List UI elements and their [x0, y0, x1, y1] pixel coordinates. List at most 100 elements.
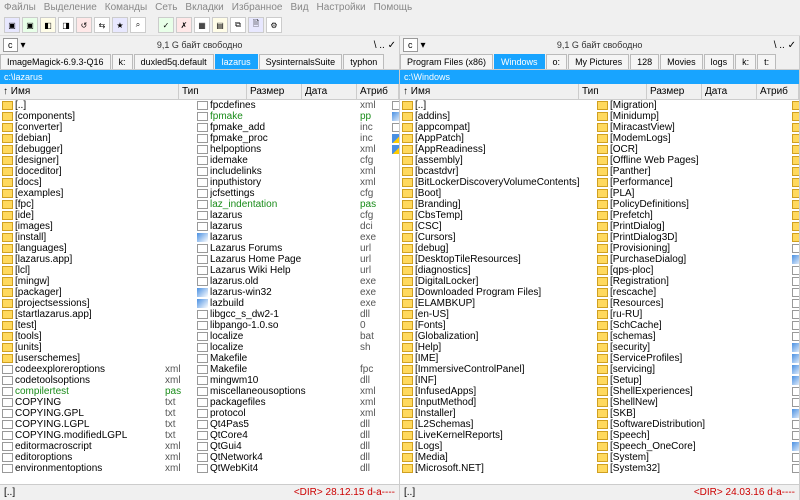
tab[interactable]: o: — [546, 54, 568, 69]
list-item[interactable]: [fpc] — [0, 199, 195, 210]
list-item[interactable]: [twain_32] — [790, 177, 799, 188]
list-item[interactable]: miscellaneousoptionsxml — [195, 386, 390, 397]
toolbar-btn[interactable]: ✗ — [176, 17, 192, 33]
list-item[interactable]: idemakecfg — [195, 155, 390, 166]
list-item[interactable]: READMEtxt — [390, 100, 399, 111]
path-bar[interactable]: c:\lazarus — [0, 70, 399, 84]
list-item[interactable]: QtNetwork4dll — [195, 452, 390, 463]
path-bar[interactable]: c:\Windows — [400, 70, 799, 84]
list-item[interactable]: [Globalization] — [400, 331, 595, 342]
tab[interactable]: typhon — [343, 54, 384, 69]
list-item[interactable]: [designer] — [0, 155, 195, 166]
list-item[interactable]: [L2Schemas] — [400, 419, 595, 430]
list-item[interactable]: [ru-RU] — [595, 309, 790, 320]
list-item[interactable]: diagerrxml — [790, 287, 799, 298]
list-item[interactable]: [Offline Web Pages] — [595, 155, 790, 166]
list-item[interactable]: acpimofdll — [790, 243, 799, 254]
list-item[interactable]: lazaruscfg — [195, 210, 390, 221]
list-item[interactable]: protocolxml — [195, 408, 390, 419]
list-item[interactable]: [Logs] — [400, 441, 595, 452]
list-item[interactable]: localizebat — [195, 331, 390, 342]
list-item[interactable]: [ShellExperiences] — [595, 386, 790, 397]
menu-item[interactable]: Помощь — [374, 2, 413, 13]
list-item[interactable]: helpoptionsxml — [195, 144, 390, 155]
list-item[interactable]: [Cursors] — [400, 232, 595, 243]
tab[interactable]: Program Files (x86) — [400, 54, 493, 69]
tabs[interactable]: Program Files (x86)Windowso:My Pictures1… — [400, 54, 799, 70]
list-item[interactable]: [Registration] — [595, 276, 790, 287]
tab[interactable]: lazarus — [215, 54, 258, 69]
list-item[interactable]: DPINSTLOG — [790, 320, 799, 331]
list-item[interactable]: QtWebKit4dll — [195, 463, 390, 474]
list-item[interactable]: inputhistoryxml — [195, 177, 390, 188]
list-item[interactable]: mibbin — [790, 397, 799, 408]
list-item[interactable]: [doceditor] — [0, 166, 195, 177]
list-item[interactable]: [units] — [0, 342, 195, 353]
toolbar-btn[interactable]: ▣ — [4, 17, 20, 33]
list-item[interactable]: regeditexe — [790, 441, 799, 452]
list-item[interactable]: COPYINGtxt — [0, 397, 195, 408]
list-item[interactable]: diagwrnxml — [790, 298, 799, 309]
list-item[interactable]: [Performance] — [595, 177, 790, 188]
list-item[interactable]: DirectXlog — [790, 309, 799, 320]
list-item[interactable]: [Fonts] — [400, 320, 595, 331]
toolbar-btn[interactable]: ↺ — [76, 17, 92, 33]
menu-item[interactable]: Файлы — [4, 2, 36, 13]
list-item[interactable]: bootstatdat — [790, 265, 799, 276]
tab[interactable]: t: — [757, 54, 776, 69]
list-item[interactable]: fpmake_addinc — [195, 122, 390, 133]
drive-button[interactable]: c — [403, 38, 418, 52]
list-item[interactable]: [Speech] — [595, 430, 790, 441]
menubar[interactable]: ФайлыВыделениеКомандыСетьВкладкиИзбранно… — [0, 0, 800, 15]
list-item[interactable]: [lcl] — [0, 265, 195, 276]
list-item[interactable]: notepadexe — [790, 408, 799, 419]
list-item[interactable]: lazbuildexe — [195, 298, 390, 309]
list-item[interactable]: [security] — [595, 342, 790, 353]
list-item[interactable]: lazarus.oldexe — [195, 276, 390, 287]
list-item[interactable]: [converter] — [0, 122, 195, 133]
list-item[interactable]: [Provisioning] — [595, 243, 790, 254]
list-item[interactable]: environmentoptionsxml — [0, 463, 195, 474]
list-item[interactable]: COPYING.GPLtxt — [0, 408, 195, 419]
tab[interactable]: 128 — [630, 54, 659, 69]
list-item[interactable]: [PLA] — [595, 188, 790, 199]
list-item[interactable]: [diagnostics] — [400, 265, 595, 276]
list-item[interactable]: Makefile — [195, 353, 390, 364]
list-item[interactable]: [DesktopTileResources] — [400, 254, 595, 265]
file-list[interactable]: [..][components][converter][debian][debu… — [0, 100, 399, 484]
list-item[interactable]: DtcInstalllog — [790, 331, 799, 342]
list-item[interactable]: [Installer] — [400, 408, 595, 419]
list-item[interactable]: [addins] — [400, 111, 595, 122]
list-item[interactable]: includelinksxml — [195, 166, 390, 177]
list-item[interactable]: lazarusexe — [195, 232, 390, 243]
list-item[interactable]: Professionalxml — [790, 430, 799, 441]
list-item[interactable]: [languages] — [0, 243, 195, 254]
list-item[interactable]: [..] — [0, 100, 195, 111]
list-item[interactable]: [bcastdvr] — [400, 166, 595, 177]
column-header[interactable]: ↑ Имя Тип Размер Дата Атриб — [400, 84, 799, 100]
list-item[interactable]: [AppReadiness] — [400, 144, 595, 155]
toolbar-btn[interactable]: ◨ — [58, 17, 74, 33]
list-item[interactable]: unins000dat — [390, 133, 399, 144]
path-buttons[interactable]: \ .. ✓ — [374, 40, 396, 51]
tab[interactable]: Windows — [494, 54, 545, 69]
list-item[interactable]: [Speech_OneCore] — [595, 441, 790, 452]
list-item[interactable]: [startlazarus.app] — [0, 309, 195, 320]
list-item[interactable]: [PurchaseDialog] — [595, 254, 790, 265]
list-item[interactable]: [BitLockerDiscoveryVolumeContents] — [400, 177, 595, 188]
list-item[interactable]: [Downloaded Program Files] — [400, 287, 595, 298]
list-item[interactable]: [Migration] — [595, 100, 790, 111]
list-item[interactable]: [Setup] — [595, 375, 790, 386]
drive-button[interactable]: c — [3, 38, 18, 52]
list-item[interactable]: MEMORYDMP — [790, 386, 799, 397]
list-item[interactable]: [ImmersiveControlPanel] — [400, 364, 595, 375]
tab[interactable]: SysinternalsSuite — [259, 54, 343, 69]
list-item[interactable]: [SysWOW64] — [790, 122, 799, 133]
list-item[interactable]: [debugger] — [0, 144, 195, 155]
list-item[interactable]: bfsvcexe — [790, 254, 799, 265]
list-item[interactable]: [SoftwareDistribution] — [595, 419, 790, 430]
list-item[interactable]: [Web] — [790, 221, 799, 232]
list-item[interactable]: [LiveKernelReports] — [400, 430, 595, 441]
toolbar-btn[interactable]: 🗎 — [248, 17, 264, 33]
list-item[interactable]: [servicing] — [595, 364, 790, 375]
